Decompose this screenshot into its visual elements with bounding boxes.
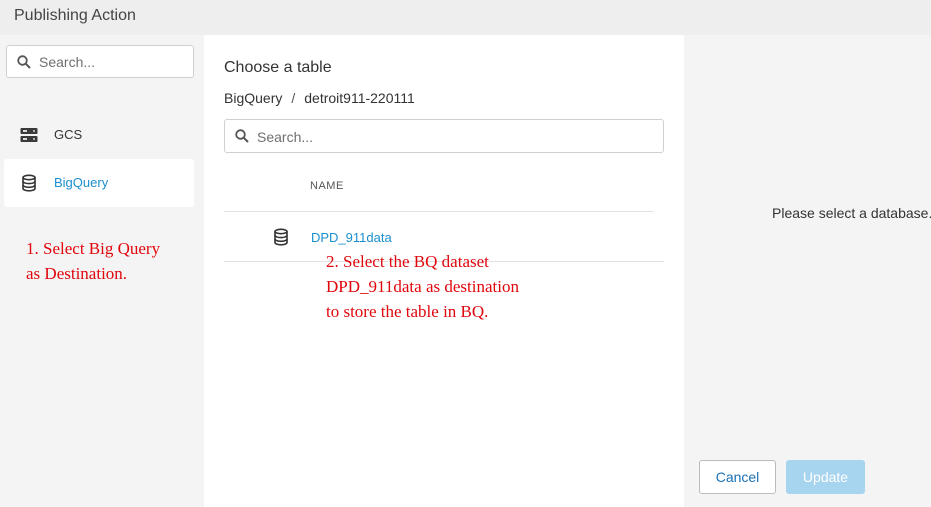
sidebar-item-label: GCS [54,127,83,142]
table-search-input[interactable] [257,128,647,146]
empty-state-message: Please select a database. [772,205,931,221]
search-icon [17,55,31,69]
database-icon [274,228,288,246]
table-search[interactable] [224,119,664,153]
sidebar-item-bigquery[interactable]: BigQuery [4,159,194,207]
annotation-step-1: 1. Select Big Query as Destination. [26,239,161,283]
sidebar-item-label: BigQuery [54,175,109,190]
title-bar: Publishing Action [0,0,931,35]
breadcrumb-current: detroit911-220111 [304,90,415,106]
page-title: Choose a table [224,59,332,76]
update-button[interactable]: Update [786,460,865,494]
search-icon [235,129,249,143]
database-icon [22,174,36,192]
dataset-name-link[interactable]: DPD_911data [311,230,392,245]
annotation-step-2: 2. Select the BQ dataset DPD_911data as … [326,252,519,321]
breadcrumb-separator: / [291,90,296,106]
table-chooser: Choose a table BigQuery / detroit911-22011… [204,35,684,507]
sidebar: GCS BigQuery 1. Select Big Query as Dest… [0,35,204,507]
breadcrumb-root[interactable]: BigQuery [224,90,282,106]
details-panel: Please select a database. Cancel Update [684,35,931,507]
sidebar-item-gcs[interactable]: GCS [4,111,194,159]
sidebar-search[interactable] [6,45,194,78]
storage-icon [20,128,38,142]
window-title: Publishing Action [14,7,136,24]
column-header-name[interactable]: NAME [310,180,344,192]
sidebar-search-input[interactable] [39,53,189,71]
cancel-button[interactable]: Cancel [699,460,776,494]
breadcrumb: BigQuery / detroit911-220111 [224,90,415,106]
